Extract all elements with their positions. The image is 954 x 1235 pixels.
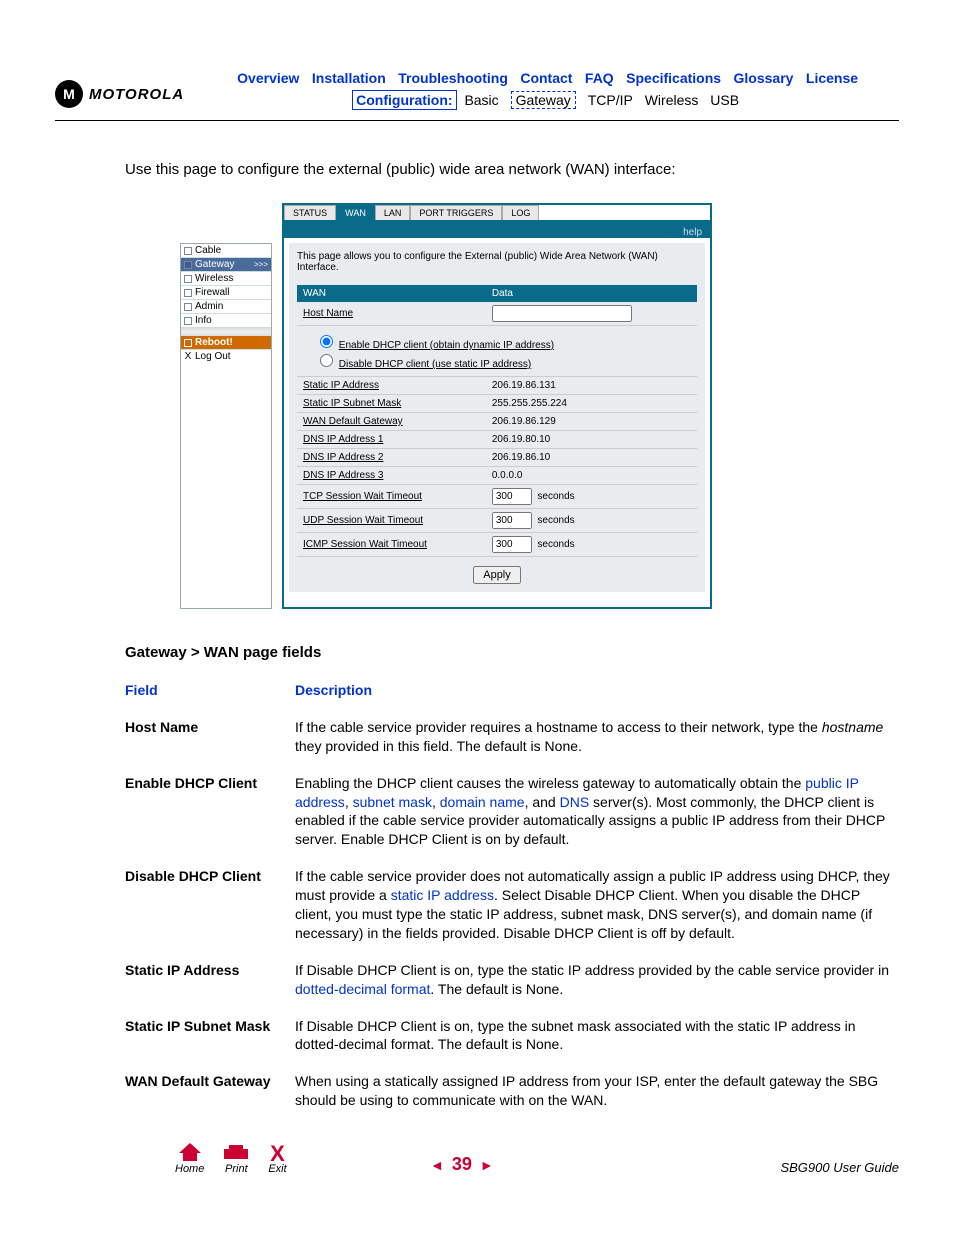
nav-contact[interactable]: Contact (520, 70, 572, 86)
home-button[interactable]: Home (175, 1143, 204, 1175)
table-row: Static IP Subnet Mask 255.255.255.224 (297, 395, 697, 413)
field-descriptions: Field Description Host Name If the cable… (125, 681, 899, 1110)
sidebar-item-wireless[interactable]: Wireless (181, 272, 271, 286)
print-button[interactable]: Print (224, 1145, 248, 1175)
tab-log[interactable]: LOG (502, 205, 539, 220)
config-table: WANData Host Name Enable DHCP client (ob… (297, 285, 697, 557)
section-title: Gateway > WAN page fields (125, 644, 899, 661)
page-number: 39 (452, 1154, 472, 1175)
hostname-label: Host Name (303, 308, 353, 319)
nav-installation[interactable]: Installation (312, 70, 386, 86)
radio-disable-dhcp[interactable]: Disable DHCP client (use static IP addre… (315, 359, 531, 370)
sidebar-item-gateway[interactable]: Gateway>>> (181, 258, 271, 272)
subnav-wireless[interactable]: Wireless (645, 92, 699, 108)
nav-top: Overview Installation Troubleshooting Co… (196, 70, 899, 88)
field-name: Static IP Address (125, 961, 295, 999)
radio-enable-dhcp[interactable]: Enable DHCP client (obtain dynamic IP ad… (315, 340, 554, 351)
nav-license[interactable]: License (806, 70, 858, 86)
table-row: DNS IP Address 2 206.19.86.10 (297, 449, 697, 467)
brand-name: MOTOROLA (89, 86, 184, 103)
field-description: If the cable service provider does not a… (295, 867, 899, 943)
prev-page-icon[interactable]: ◄ (430, 1157, 444, 1173)
next-page-icon[interactable]: ► (480, 1157, 494, 1173)
field-description: Enabling the DHCP client causes the wire… (295, 774, 899, 850)
field-description: When using a statically assigned IP addr… (295, 1072, 899, 1110)
nav-sub: Configuration: Basic Gateway TCP/IP Wire… (196, 92, 899, 108)
subnav-tcp/ip[interactable]: TCP/IP (588, 92, 633, 108)
guide-title: SBG900 User Guide (780, 1160, 899, 1175)
field-name: WAN Default Gateway (125, 1072, 295, 1110)
intro-text: Use this page to configure the external … (125, 161, 899, 178)
page-header: M MOTOROLA Overview Installation Trouble… (55, 70, 899, 108)
table-row: ICMP Session Wait Timeout seconds (297, 533, 697, 557)
field-name: Disable DHCP Client (125, 867, 295, 943)
table-row: UDP Session Wait Timeout seconds (297, 509, 697, 533)
table-row: TCP Session Wait Timeout seconds (297, 485, 697, 509)
sidebar-logout[interactable]: XLog Out (181, 350, 271, 363)
config-panel: STATUSWANLANPORT TRIGGERSLOG help This p… (282, 203, 712, 609)
page-footer: Home Print X Exit ◄ 39 ► SBG900 User Gui… (55, 1143, 899, 1175)
fields-header-desc: Description (295, 681, 899, 700)
nav-glossary[interactable]: Glossary (734, 70, 794, 86)
configuration-label: Configuration: (352, 90, 456, 110)
page-navigation: ◄ 39 ► (430, 1154, 494, 1175)
hostname-input[interactable] (492, 305, 632, 322)
field-description: If Disable DHCP Client is on, type the s… (295, 1017, 899, 1055)
subnav-usb[interactable]: USB (710, 92, 739, 108)
field-name: Static IP Subnet Mask (125, 1017, 295, 1055)
help-link[interactable]: help (683, 227, 702, 238)
sidebar-reboot[interactable]: Reboot! (181, 336, 271, 350)
exit-icon: X (268, 1145, 286, 1163)
home-icon (175, 1143, 204, 1161)
field-description: If the cable service provider requires a… (295, 718, 899, 756)
sidebar-item-cable[interactable]: Cable (181, 244, 271, 258)
table-row: Static IP Address 206.19.86.131 (297, 377, 697, 395)
print-icon (224, 1145, 248, 1161)
timeout-input[interactable] (492, 536, 532, 553)
panel-description: This page allows you to configure the Ex… (297, 251, 697, 273)
timeout-input[interactable] (492, 512, 532, 529)
tab-status[interactable]: STATUS (284, 205, 336, 220)
timeout-input[interactable] (492, 488, 532, 505)
apply-button[interactable]: Apply (473, 566, 521, 584)
brand-logo: M MOTOROLA (55, 80, 184, 108)
sidebar-item-admin[interactable]: Admin (181, 300, 271, 314)
screenshot-area: Cable Gateway>>> Wireless Firewall Admin… (180, 203, 899, 609)
nav-specifications[interactable]: Specifications (626, 70, 721, 86)
exit-button[interactable]: X Exit (268, 1145, 286, 1175)
subnav-basic[interactable]: Basic (464, 92, 498, 108)
field-description: If Disable DHCP Client is on, type the s… (295, 961, 899, 999)
sidebar-item-info[interactable]: Info (181, 314, 271, 328)
table-row: WAN Default Gateway 206.19.86.129 (297, 413, 697, 431)
motorola-icon: M (55, 80, 83, 108)
th-data: Data (486, 285, 697, 302)
subnav-gateway[interactable]: Gateway (511, 91, 576, 109)
tab-wan[interactable]: WAN (336, 205, 375, 220)
tab-port triggers[interactable]: PORT TRIGGERS (410, 205, 502, 220)
header-divider (55, 120, 899, 121)
th-wan: WAN (297, 285, 486, 302)
field-name: Enable DHCP Client (125, 774, 295, 850)
fields-header-field: Field (125, 681, 295, 700)
nav-troubleshooting[interactable]: Troubleshooting (398, 70, 508, 86)
nav-overview[interactable]: Overview (237, 70, 299, 86)
help-bar: help (284, 220, 710, 238)
config-side-nav: Cable Gateway>>> Wireless Firewall Admin… (180, 243, 272, 609)
tab-lan[interactable]: LAN (375, 205, 411, 220)
table-row: DNS IP Address 1 206.19.80.10 (297, 431, 697, 449)
sidebar-item-firewall[interactable]: Firewall (181, 286, 271, 300)
field-name: Host Name (125, 718, 295, 756)
nav-faq[interactable]: FAQ (585, 70, 614, 86)
panel-tabs: STATUSWANLANPORT TRIGGERSLOG (284, 205, 710, 220)
table-row: DNS IP Address 3 0.0.0.0 (297, 467, 697, 485)
